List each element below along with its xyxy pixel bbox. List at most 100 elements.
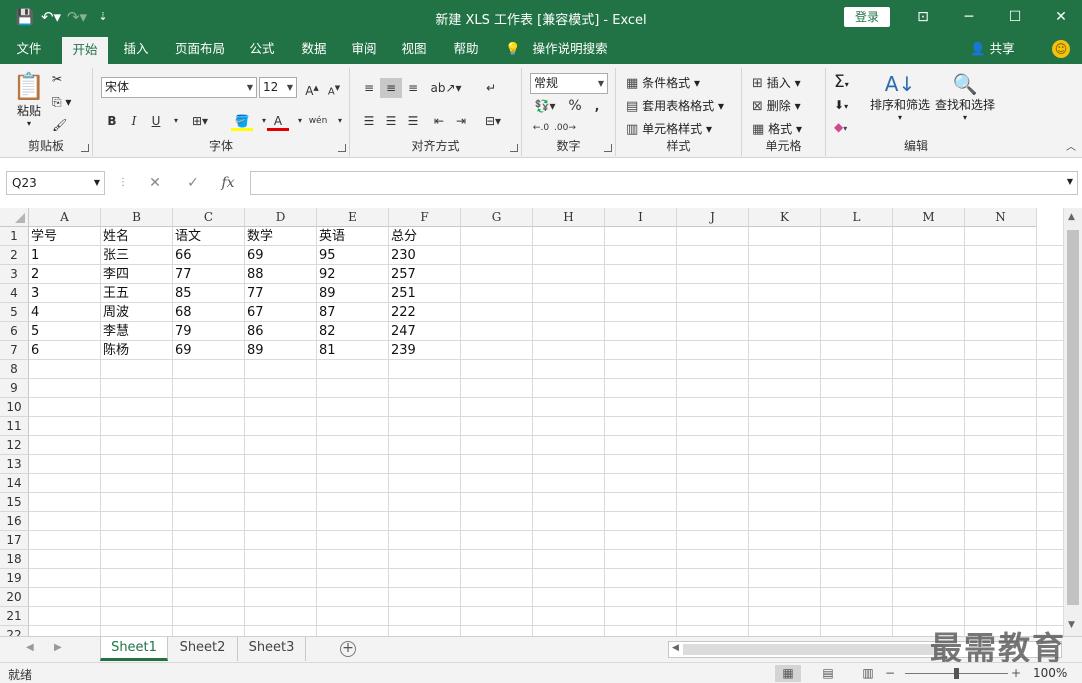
merge-center-icon[interactable]: ⊟▾ [478,111,508,131]
font-color-icon[interactable]: A [267,111,289,131]
row-header-14[interactable]: 14 [0,474,29,493]
cell-b7[interactable]: 陈杨 [101,341,173,360]
tab-review[interactable]: 审阅 [342,34,386,64]
borders-icon[interactable]: ⊞▾ [189,111,211,131]
accounting-format-icon[interactable]: 💱▾ [530,96,560,116]
cell-d1[interactable]: 数学 [245,227,317,246]
row-header-2[interactable]: 2 [0,246,29,265]
cell-d4[interactable]: 77 [245,284,317,303]
align-center-icon[interactable]: ☰ [380,111,402,131]
tab-help[interactable]: 帮助 [444,34,488,64]
undo-icon[interactable]: ↶▾ [38,8,64,26]
feedback-smiley-icon[interactable]: ☺ [1052,40,1070,58]
tab-home[interactable]: 开始 [62,37,108,64]
cell-styles-button[interactable]: ▥ 单元格样式 ▾ [626,120,712,137]
enter-icon[interactable]: ✓ [180,172,206,194]
fill-icon[interactable]: ⬇▾ [834,98,848,112]
cell-a5[interactable]: 4 [29,303,101,322]
column-header-b[interactable]: B [101,208,173,227]
cell-d5[interactable]: 67 [245,303,317,322]
sort-filter-button[interactable]: A↓ 排序和筛选 ▾ [868,72,932,122]
column-header-h[interactable]: H [533,208,605,227]
column-header-d[interactable]: D [245,208,317,227]
cell-f1[interactable]: 总分 [389,227,461,246]
row-header-4[interactable]: 4 [0,284,29,303]
row-header-16[interactable]: 16 [0,512,29,531]
row-header-1[interactable]: 1 [0,227,29,246]
row-header-10[interactable]: 10 [0,398,29,417]
column-header-l[interactable]: L [821,208,893,227]
clipboard-launcher-icon[interactable] [81,144,89,152]
bottom-align-icon[interactable]: ≡ [402,78,424,98]
column-header-f[interactable]: F [389,208,461,227]
prev-sheet-icon[interactable]: ◀ [26,642,34,653]
redo-icon[interactable]: ↷▾ [64,8,90,26]
vertical-scroll-thumb[interactable] [1067,230,1079,605]
row-header-5[interactable]: 5 [0,303,29,322]
cell-e2[interactable]: 95 [317,246,389,265]
orientation-icon[interactable]: ab↗▾ [430,78,462,98]
cell-f4[interactable]: 251 [389,284,461,303]
expand-formula-icon[interactable]: ▼ [1067,177,1073,186]
sheet-tab-sheet1[interactable]: Sheet1 [100,637,168,661]
row-header-19[interactable]: 19 [0,569,29,588]
increase-indent-icon[interactable]: ⇥ [450,111,472,131]
format-as-table-button[interactable]: ▤ 套用表格格式 ▾ [626,97,724,114]
cell-a1[interactable]: 学号 [29,227,101,246]
cell-c4[interactable]: 85 [173,284,245,303]
cell-b2[interactable]: 张三 [101,246,173,265]
column-header-m[interactable]: M [893,208,965,227]
cell-a6[interactable]: 5 [29,322,101,341]
find-select-button[interactable]: 🔍 查找和选择 ▾ [932,72,998,122]
cell-e1[interactable]: 英语 [317,227,389,246]
phonetic-dropdown-icon[interactable]: ▾ [329,111,351,131]
add-sheet-icon[interactable]: + [340,641,356,657]
column-header-g[interactable]: G [461,208,533,227]
row-header-18[interactable]: 18 [0,550,29,569]
scroll-left-icon[interactable]: ◀ [672,643,679,653]
top-align-icon[interactable]: ≡ [358,78,380,98]
row-header-8[interactable]: 8 [0,360,29,379]
font-name-select[interactable]: 宋体 ▼ [101,77,257,98]
phonetic-guide-icon[interactable]: wén [307,111,329,131]
maximize-icon[interactable]: ☐ [992,0,1038,34]
page-break-view-icon[interactable]: ▥ [855,665,881,682]
insert-cells-button[interactable]: ⊞ 插入 ▾ [752,74,801,91]
row-header-12[interactable]: 12 [0,436,29,455]
cell-a2[interactable]: 1 [29,246,101,265]
percent-style-button[interactable]: % [564,96,586,116]
cell-e3[interactable]: 92 [317,265,389,284]
align-right-icon[interactable]: ☰ [402,111,424,131]
autosum-icon[interactable]: Σ▾ [834,72,849,92]
column-header-c[interactable]: C [173,208,245,227]
cell-f5[interactable]: 222 [389,303,461,322]
cell-c5[interactable]: 68 [173,303,245,322]
wrap-text-icon[interactable]: ↵ [480,78,502,98]
conditional-formatting-button[interactable]: ▦ 条件格式 ▾ [626,74,700,91]
row-header-20[interactable]: 20 [0,588,29,607]
row-header-9[interactable]: 9 [0,379,29,398]
tell-me-search[interactable]: 💡 操作说明搜索 [505,34,608,64]
alignment-launcher-icon[interactable] [510,144,518,152]
cell-e6[interactable]: 82 [317,322,389,341]
formula-input[interactable]: ▼ [250,171,1078,195]
insert-function-icon[interactable]: fx [215,172,241,194]
increase-decimal-icon[interactable]: ←.0 [530,118,552,138]
cell-e5[interactable]: 87 [317,303,389,322]
row-header-6[interactable]: 6 [0,322,29,341]
tab-data[interactable]: 数据 [292,34,336,64]
cell-grid[interactable]: 学号 姓名 语文 数学 英语 总分 1 张三 66 69 95 230 2 李四 77 88 92 257 3 王五 8… [29,227,1063,636]
normal-view-icon[interactable]: ▦ [775,665,801,682]
cell-e7[interactable]: 81 [317,341,389,360]
cell-c6[interactable]: 79 [173,322,245,341]
format-painter-icon[interactable]: 🖌 [52,118,67,132]
underline-button[interactable]: U [145,111,167,131]
align-left-icon[interactable]: ☰ [358,111,380,131]
vertical-scrollbar[interactable]: ▲ ▼ [1063,208,1082,636]
decrease-indent-icon[interactable]: ⇤ [428,111,450,131]
scroll-up-icon[interactable]: ▲ [1068,212,1075,222]
row-header-11[interactable]: 11 [0,417,29,436]
cell-c7[interactable]: 69 [173,341,245,360]
column-header-j[interactable]: J [677,208,749,227]
cell-f3[interactable]: 257 [389,265,461,284]
